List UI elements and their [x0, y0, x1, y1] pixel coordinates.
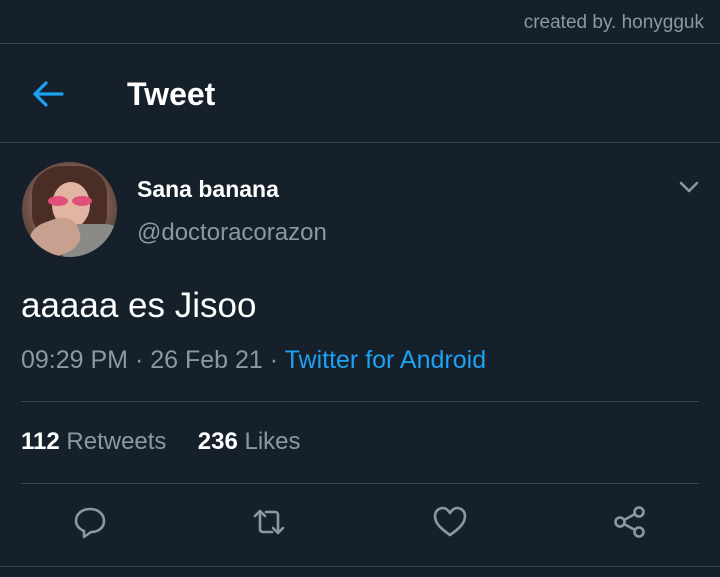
- divider: [21, 401, 699, 402]
- header: Tweet: [0, 44, 720, 142]
- divider: [0, 142, 720, 143]
- page-title: Tweet: [127, 76, 216, 112]
- retweets-count: 112: [21, 428, 60, 455]
- retweets-label: Retweets: [66, 428, 167, 455]
- reply-button[interactable]: [72, 504, 108, 540]
- likes-stat[interactable]: 236 Likes: [191, 428, 301, 455]
- retweet-button[interactable]: [251, 504, 287, 540]
- tweet-time: 09:29 PM: [21, 346, 129, 374]
- share-icon: [614, 506, 645, 538]
- back-arrow-icon: [33, 81, 64, 107]
- avatar[interactable]: [22, 162, 117, 257]
- tweet-meta: 09:29 PM · 26 Feb 21 · Twitter for Andro…: [21, 346, 486, 375]
- share-button[interactable]: [612, 504, 648, 540]
- divider: [21, 483, 699, 484]
- likes-label: Likes: [244, 428, 301, 455]
- reply-icon: [74, 507, 106, 539]
- more-options-button[interactable]: [678, 178, 700, 196]
- tweet-date: 26 Feb 21: [150, 346, 263, 374]
- tweet-stats: 112 Retweets 236 Likes: [21, 428, 301, 456]
- chevron-down-icon: [679, 181, 699, 193]
- back-button[interactable]: [30, 78, 66, 110]
- separator: ·: [269, 346, 279, 374]
- author-handle[interactable]: @doctoracorazon: [137, 219, 327, 247]
- separator: ·: [134, 346, 144, 374]
- like-button[interactable]: [432, 504, 468, 540]
- heart-icon: [433, 506, 467, 537]
- retweets-stat[interactable]: 112 Retweets: [21, 428, 173, 455]
- tweet-source-link[interactable]: Twitter for Android: [285, 346, 486, 374]
- author-display-name[interactable]: Sana banana: [137, 176, 279, 203]
- tweet-text: aaaaa es Jisoo: [21, 286, 257, 325]
- divider: [0, 566, 720, 567]
- likes-count: 236: [197, 428, 238, 455]
- retweet-icon: [253, 509, 285, 535]
- watermark: created by. honygguk: [523, 12, 704, 33]
